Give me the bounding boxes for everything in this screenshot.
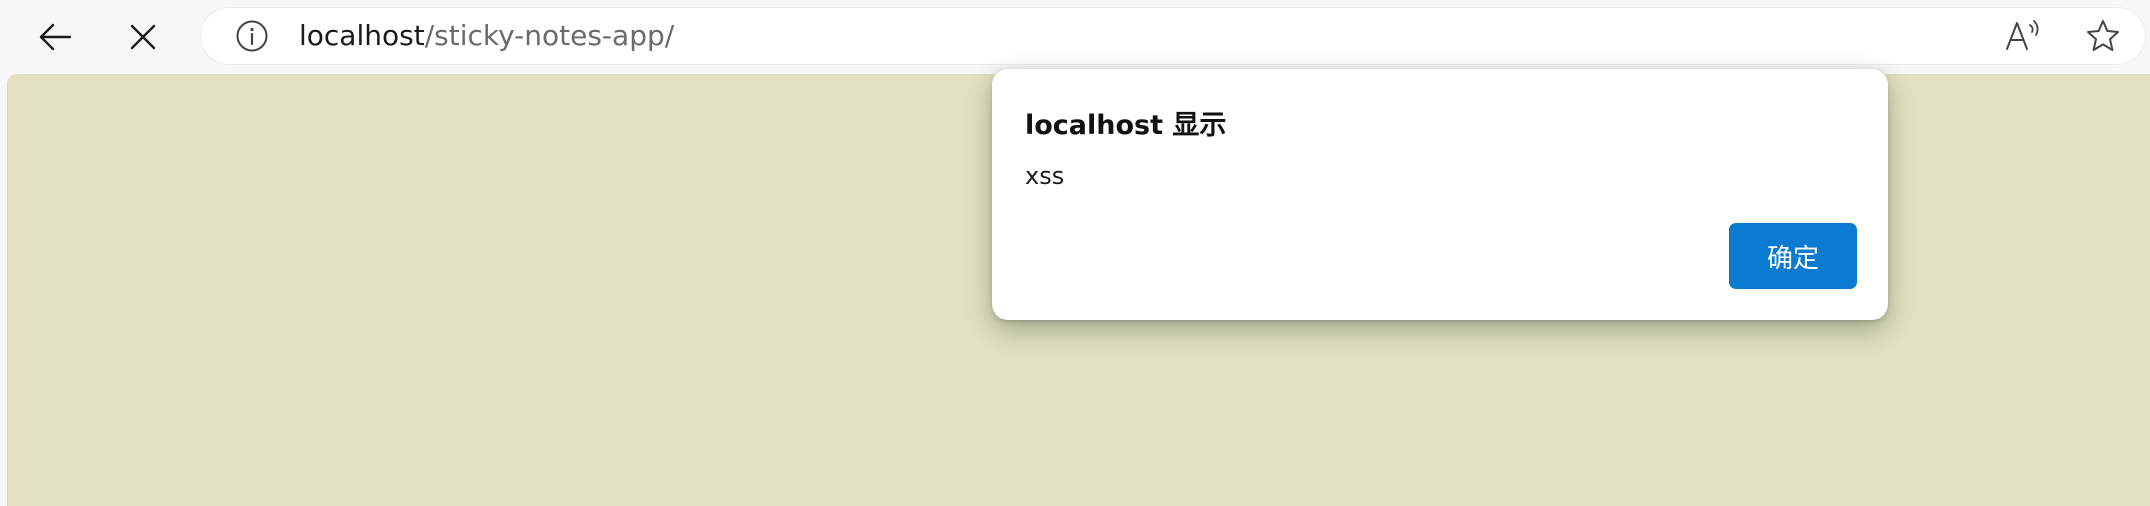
close-icon (129, 23, 157, 51)
ok-button[interactable]: 确定 (1729, 223, 1857, 289)
dialog-message: xss (1025, 162, 1065, 190)
url-host: localhost (299, 19, 425, 52)
star-icon[interactable] (2083, 17, 2123, 55)
url-text[interactable]: localhost/sticky-notes-app/ (299, 7, 674, 65)
info-icon[interactable] (234, 18, 270, 54)
back-arrow-icon (38, 22, 72, 52)
alert-dialog: localhost 显示 xss 确定 (992, 69, 1888, 320)
back-button[interactable] (26, 12, 84, 62)
address-bar[interactable]: localhost/sticky-notes-app/ (200, 7, 2146, 65)
stop-loading-button[interactable] (114, 12, 172, 62)
browser-toolbar: localhost/sticky-notes-app/ (0, 0, 2150, 74)
url-path: /sticky-notes-app/ (424, 19, 675, 52)
read-aloud-icon[interactable] (2003, 18, 2043, 54)
dialog-title: localhost 显示 (1025, 110, 1227, 141)
